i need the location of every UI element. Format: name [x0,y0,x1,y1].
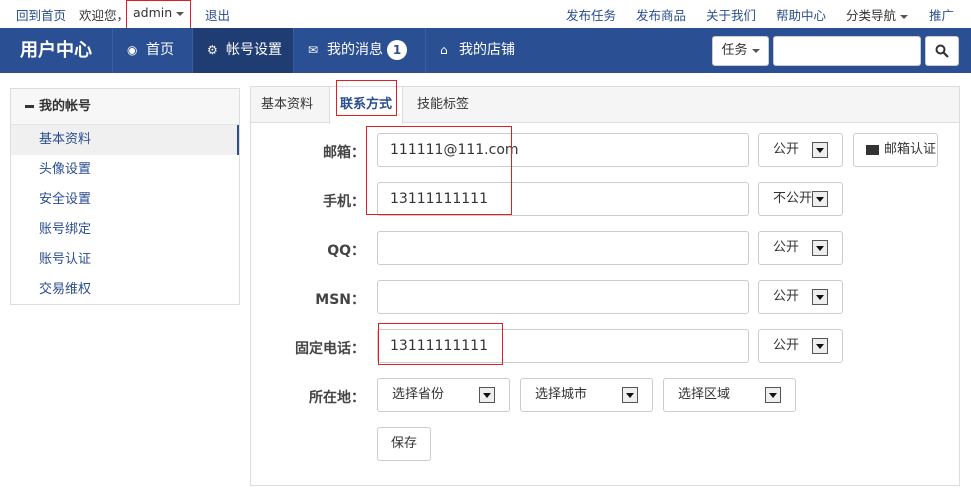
about-link[interactable]: 关于我们 [706,5,756,24]
area-select[interactable]: 选择区域 [663,378,796,412]
sidebar-heading[interactable]: 我的帐号 [11,89,239,125]
dropdown-arrow-icon [622,387,638,403]
phone-privacy-value: 不公开 [773,191,813,206]
dropdown-arrow-icon [479,387,495,403]
sidebar-item-avatar[interactable]: 头像设置 [11,155,239,185]
username: admin [133,5,173,20]
caret-down-icon [900,14,909,19]
promote-link[interactable]: 推广 [929,5,954,24]
sidebar-item-verification[interactable]: 账号认证 [11,245,239,275]
logout-link[interactable]: 退出 [205,5,230,24]
main-panel: 基本资料 联系方式 技能标签 邮箱： 111111@111.com 公开 邮箱认… [250,86,960,486]
city-select[interactable]: 选择城市 [520,378,653,412]
header-bar: 用户中心 ◉ 首页 ⚙ 帐号设置 ✉ 我的消息 1 ⌂ 我的店铺 任务 [0,28,971,73]
category-nav-menu[interactable]: 分类导航 [846,5,909,24]
qq-field[interactable] [377,231,749,265]
nav-home[interactable]: ◉ 首页 [112,28,192,73]
sidebar-item-basic-info[interactable]: 基本资料 [11,125,239,155]
caret-down-icon [751,48,760,53]
msn-privacy-select[interactable]: 公开 [758,280,843,314]
area-value: 选择区域 [678,387,731,402]
msn-field[interactable] [377,280,749,314]
cogs-icon: ⚙ [207,43,218,57]
province-select[interactable]: 选择省份 [377,378,510,412]
city-value: 选择城市 [535,387,588,402]
nav-my-shop[interactable]: ⌂ 我的店铺 [425,28,531,73]
search-input[interactable] [773,36,921,66]
email-privacy-value: 公开 [773,142,800,157]
tab-bar: 基本资料 联系方式 技能标签 [251,87,959,124]
search-button[interactable] [925,36,959,66]
top-bar: 回到首页 欢迎您， admin 退出 发布任务 发布商品 关于我们 帮助中心 分… [0,0,971,28]
sidebar-heading-label: 我的帐号 [39,99,92,114]
sidebar-item-security[interactable]: 安全设置 [11,185,239,215]
help-link[interactable]: 帮助中心 [776,5,826,24]
nav-messages[interactable]: ✉ 我的消息 1 [293,28,425,73]
post-task-link[interactable]: 发布任务 [566,5,616,24]
dropdown-arrow-icon [812,240,828,256]
landline-field[interactable]: 13111111111 [377,329,749,363]
email-label: 邮箱： [323,145,365,161]
landline-privacy-value: 公开 [773,338,800,353]
email-privacy-select[interactable]: 公开 [758,133,843,167]
welcome-text: 欢迎您， [79,8,130,23]
phone-field[interactable]: 13111111111 [377,182,749,216]
nav-messages-label: 我的消息 [327,42,383,58]
nav-account-settings-label: 帐号设置 [226,42,282,58]
dropdown-arrow-icon [812,142,828,158]
search-icon [935,44,949,58]
dashboard-icon: ◉ [127,43,138,57]
msn-privacy-value: 公开 [773,289,800,304]
envelope-icon: ✉ [308,43,319,57]
nav-home-label: 首页 [146,42,174,58]
dropdown-arrow-icon [765,387,781,403]
location-label: 所在地： [309,390,365,406]
task-dropdown-label: 任务 [721,43,748,58]
save-button[interactable]: 保存 [377,427,431,461]
user-menu[interactable]: admin [133,5,185,20]
email-verify-label: 邮箱认证 [884,142,937,157]
sidebar-item-binding[interactable]: 账号绑定 [11,215,239,245]
brand-title: 用户中心 [20,40,92,61]
dropdown-arrow-icon [812,289,828,305]
home-link[interactable]: 回到首页 [16,5,66,24]
sidebar: 我的帐号 基本资料 头像设置 安全设置 账号绑定 账号认证 交易维权 [10,88,240,305]
phone-privacy-select[interactable]: 不公开 [758,182,843,216]
minus-icon [25,105,34,108]
qq-privacy-value: 公开 [773,240,800,255]
landline-label: 固定电话： [295,341,365,357]
envelope-icon [866,144,879,155]
nav-my-shop-label: 我的店铺 [459,42,515,58]
landline-privacy-select[interactable]: 公开 [758,329,843,363]
sidebar-item-dispute[interactable]: 交易维权 [11,275,239,305]
phone-label: 手机： [323,194,365,210]
message-count-badge: 1 [387,40,407,60]
nav-account-settings[interactable]: ⚙ 帐号设置 [192,28,293,73]
email-field[interactable]: 111111@111.com [377,133,749,167]
tab-basic-info[interactable]: 基本资料 [251,87,323,123]
qq-label: QQ： [327,243,365,259]
dropdown-arrow-icon [812,338,828,354]
post-goods-link[interactable]: 发布商品 [636,5,686,24]
qq-privacy-select[interactable]: 公开 [758,231,843,265]
email-verify-button[interactable]: 邮箱认证 [853,133,938,167]
msn-label: MSN： [315,292,365,308]
province-value: 选择省份 [392,387,445,402]
dropdown-arrow-icon [812,191,828,207]
tab-contact[interactable]: 联系方式 [329,87,404,124]
task-type-dropdown[interactable]: 任务 [712,36,769,66]
tab-skills[interactable]: 技能标签 [407,87,479,123]
home-icon: ⌂ [440,43,448,57]
caret-down-icon [176,11,185,16]
category-nav-label: 分类导航 [846,8,897,23]
